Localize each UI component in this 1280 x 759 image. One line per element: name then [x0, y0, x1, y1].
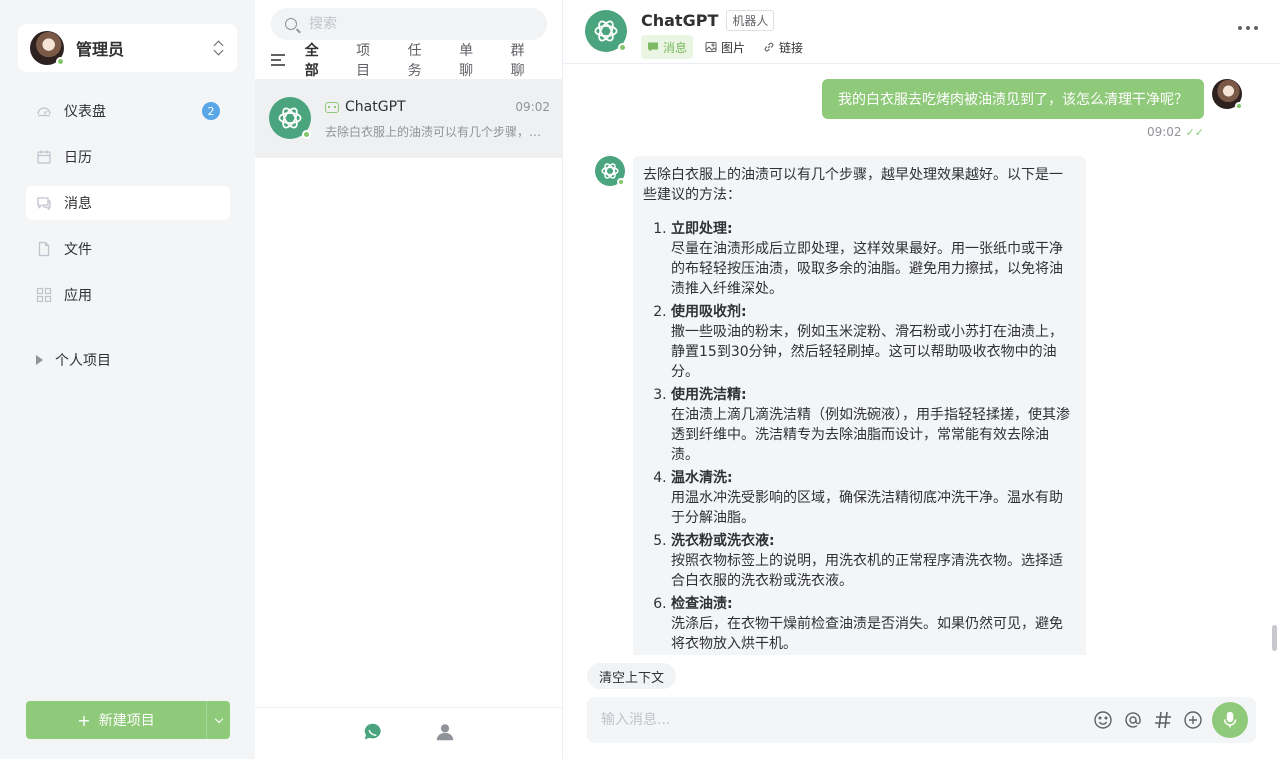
project-group-personal[interactable]: 个人项目: [36, 350, 111, 370]
incoming-message: 去除白衣服上的油渍可以有几个步骤，越早处理效果越好。以下是一些建议的方法： 立即…: [633, 156, 1086, 655]
nav-label: 日历: [64, 150, 92, 166]
chat-tabs: 消息 图片 链接: [641, 35, 809, 59]
project-group-label: 个人项目: [55, 353, 111, 369]
contacts-icon[interactable]: [434, 721, 456, 747]
list-item: 立即处理:尽量在油渍形成后立即处理，这样效果最好。用一张纸巾或干净的布轻轻按压油…: [671, 219, 1070, 299]
user-name: 管理员: [76, 40, 125, 59]
list-item: 温水清洗:用温水冲洗受影响的区域，确保洗洁精彻底冲洗干净。温水有助于分解油脂。: [671, 468, 1070, 528]
menu-icon[interactable]: [271, 54, 287, 66]
chatgpt-avatar: [269, 97, 311, 139]
tab-images[interactable]: 图片: [699, 35, 751, 59]
list-item: 洗衣粉或洗衣液:按照衣物标签上的说明，用洗衣机的正常程序清洗衣物。选择适合白衣服…: [671, 531, 1070, 591]
chatgpt-avatar: [595, 156, 625, 186]
main-nav: 仪表盘 2 日历 消息 文件 应用: [26, 94, 230, 324]
list-item: 使用吸收剂:撒一些吸油的粉末，例如玉米淀粉、滑石粉或小苏打在油渍上，静置15到3…: [671, 302, 1070, 382]
caret-right-icon: [36, 355, 43, 365]
conversation-item[interactable]: ChatGPT 09:02 去除白衣服上的油渍可以有几个步骤，越早处理效果越好。…: [255, 79, 563, 158]
read-check-icon: ✓✓: [1185, 125, 1204, 139]
chevron-up-down-icon: [213, 40, 225, 56]
nav-item-calendar[interactable]: 日历: [26, 140, 230, 174]
notification-badge: 2: [202, 102, 220, 120]
plus-icon: +: [77, 710, 91, 730]
tab-projects[interactable]: 项目: [356, 40, 383, 80]
list-bottom-nav: [255, 707, 563, 759]
message-icon: [36, 195, 52, 211]
nav-label: 仪表盘: [64, 104, 106, 120]
chevron-down-icon: [214, 714, 223, 723]
conversation-time: 09:02: [515, 100, 550, 114]
tab-tasks[interactable]: 任务: [408, 40, 435, 80]
more-options-icon[interactable]: [1238, 26, 1258, 30]
image-icon: [705, 42, 717, 52]
chat-pane: ChatGPT 机器人 消息 图片 链接 我的白衣服去吃烤肉被油渍见到了，该怎么…: [563, 0, 1280, 759]
nav-label: 应用: [64, 288, 92, 304]
chat-header: ChatGPT 机器人 消息 图片 链接: [563, 0, 1280, 64]
voice-input-button[interactable]: [1212, 702, 1248, 738]
tab-all[interactable]: 全部: [305, 40, 332, 80]
message-time: 09:02: [1146, 125, 1182, 139]
message-list[interactable]: 我的白衣服去吃烤肉被油渍见到了，该怎么清理干净呢？ 09:02 ✓✓ 去除白衣服…: [563, 65, 1280, 655]
conversation-filter-tabs: 全部 项目 任务 单聊 群聊: [271, 43, 562, 79]
robot-icon: [325, 101, 339, 113]
sidebar: 管理员 仪表盘 2 日历 消息 文件 应用 个人项目 + 新建项目: [0, 0, 255, 759]
reply-intro: 去除白衣服上的油渍可以有几个步骤，越早处理效果越好。以下是一些建议的方法：: [643, 167, 1063, 203]
new-project-button[interactable]: + 新建项目: [26, 701, 206, 739]
link-icon: [764, 42, 774, 52]
openai-logo-icon: [594, 20, 618, 42]
new-project-label: 新建项目: [98, 713, 155, 729]
file-icon: [36, 241, 52, 257]
chat-bubble-icon[interactable]: [362, 721, 384, 747]
tab-messages[interactable]: 消息: [641, 35, 694, 59]
avatar: [30, 31, 65, 66]
search-box: [271, 8, 547, 40]
online-indicator: [618, 43, 627, 52]
add-circle-icon[interactable]: [1178, 705, 1208, 735]
microphone-icon: [1223, 711, 1237, 728]
nav-item-files[interactable]: 文件: [26, 232, 230, 266]
conversation-list-panel: 全部 项目 任务 单聊 群聊 ChatGPT 09:02 去除白衣服上的油渍可以…: [255, 0, 563, 759]
bot-tag: 机器人: [726, 10, 775, 31]
tab-direct[interactable]: 单聊: [459, 40, 486, 80]
openai-logo-icon: [278, 107, 302, 129]
new-project-dropdown-button[interactable]: [206, 701, 230, 739]
nav-label: 文件: [64, 242, 92, 258]
reply-steps: 立即处理:尽量在油渍形成后立即处理，这样效果最好。用一张纸巾或干净的布轻轻按压油…: [643, 219, 1070, 654]
outgoing-message: 我的白衣服去吃烤肉被油渍见到了，该怎么清理干净呢？: [822, 79, 1204, 119]
calendar-icon: [36, 149, 52, 165]
apps-icon: [36, 287, 52, 303]
conversation-name: ChatGPT: [345, 99, 406, 115]
nav-label: 消息: [64, 196, 92, 212]
hashtag-icon[interactable]: [1148, 705, 1178, 735]
dashboard-icon: [36, 103, 52, 119]
chat-title: ChatGPT 机器人: [641, 10, 775, 31]
online-indicator: [302, 130, 311, 139]
user-switcher[interactable]: 管理员: [18, 24, 237, 72]
message-meta: 09:02 ✓✓: [1147, 125, 1204, 139]
online-indicator: [617, 178, 625, 186]
list-item: 检查油渍:洗涤后，在衣物干燥前检查油渍是否消失。如果仍然可见，避免将衣物放入烘干…: [671, 594, 1070, 654]
tab-links[interactable]: 链接: [757, 35, 809, 59]
avatar: [1212, 79, 1243, 110]
message-input[interactable]: [601, 712, 1088, 728]
message-icon: [648, 42, 658, 52]
new-project-control: + 新建项目: [26, 701, 230, 739]
search-input[interactable]: [309, 16, 509, 32]
emoji-icon[interactable]: [1088, 705, 1118, 735]
conversation-preview: 去除白衣服上的油渍可以有几个步骤，越早处理效果越好。以下是一些建议的方法：: [325, 125, 550, 139]
list-item: 使用洗洁精:在油渍上滴几滴洗洁精（例如洗碗液），用手指轻轻揉搓，使其渗透到纤维中…: [671, 385, 1070, 465]
nav-item-apps[interactable]: 应用: [26, 278, 230, 312]
online-indicator: [1235, 102, 1243, 110]
nav-item-dashboard[interactable]: 仪表盘 2: [26, 94, 230, 128]
conversation-body: ChatGPT 09:02 去除白衣服上的油渍可以有几个步骤，越早处理效果越好。…: [325, 97, 550, 158]
nav-item-messages[interactable]: 消息: [26, 186, 230, 220]
scrollbar-thumb[interactable]: [1272, 625, 1277, 651]
clear-context-button[interactable]: 清空上下文: [587, 663, 677, 689]
online-indicator: [56, 57, 65, 66]
chatgpt-avatar[interactable]: [585, 10, 627, 52]
tab-groups[interactable]: 群聊: [511, 40, 538, 80]
chat-name: ChatGPT: [641, 11, 719, 30]
search-icon: [285, 18, 297, 30]
mention-icon[interactable]: [1118, 705, 1148, 735]
message-composer: [587, 697, 1256, 743]
